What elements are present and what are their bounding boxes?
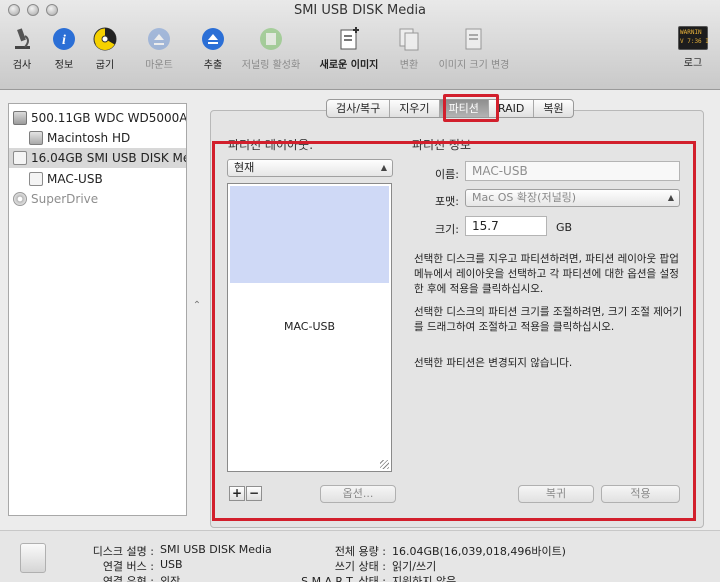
sidebar-item-usb-disk[interactable]: 16.04GB SMI USB DISK Med xyxy=(9,148,186,168)
log-button[interactable]: WARNIN V 7:36 I 로그 xyxy=(658,24,720,69)
burn-icon xyxy=(92,26,118,52)
capacity-label: 전체 용량 : xyxy=(334,545,386,558)
resize-image-button[interactable]: 이미지 크기 변경 xyxy=(426,24,522,71)
smart-status-label: S.M.A.R.T. 상태 : xyxy=(301,575,386,582)
capacity-value: 16.04GB(16,039,018,496바이트) xyxy=(392,545,566,558)
volume-icon xyxy=(29,131,43,145)
smart-status-value: 지원하지 않음 xyxy=(392,575,457,582)
window-title: SMI USB DISK Media xyxy=(293,3,427,18)
log-icon: WARNIN V 7:36 I xyxy=(678,26,709,50)
write-status-label: 쓰기 상태 : xyxy=(334,560,386,573)
hard-disk-icon xyxy=(13,111,27,125)
splitter-handle[interactable]: ⌃ xyxy=(192,300,202,316)
toolbar: 검사 i 정보 굽기 마운트 추출 저널링 활성화 새로운 이미지 변환 이미지… xyxy=(0,24,720,72)
disk-description-label: 디스크 설명 : xyxy=(92,545,154,558)
convert-icon xyxy=(396,26,422,52)
sidebar-item-mac-usb[interactable]: MAC-USB xyxy=(9,169,186,189)
sidebar-item-superdrive[interactable]: SuperDrive xyxy=(9,189,186,209)
connection-bus-value: USB xyxy=(160,558,183,571)
new-image-icon xyxy=(336,26,362,52)
tab-highlight-annotation xyxy=(443,94,499,122)
resize-image-icon xyxy=(461,26,487,52)
sidebar-item-internal-disk[interactable]: 500.11GB WDC WD5000AA xyxy=(9,108,186,128)
connection-type-value: 외장 xyxy=(160,575,181,582)
tab-erase[interactable]: 지우기 xyxy=(390,100,440,117)
connection-type-label: 연결 유형 : xyxy=(102,575,154,582)
usb-disk-icon xyxy=(13,151,27,165)
title-bar: SMI USB DISK Media 검사 i 정보 굽기 마운트 추출 저널링… xyxy=(0,0,720,90)
connection-bus-label: 연결 버스 : xyxy=(102,560,154,573)
tab-first-aid[interactable]: 검사/복구 xyxy=(327,100,391,117)
eject-icon xyxy=(200,26,226,52)
disk-sidebar: 500.11GB WDC WD5000AA Macintosh HD 16.04… xyxy=(8,103,187,516)
usb-disk-icon xyxy=(20,543,46,573)
sidebar-item-macintosh-hd[interactable]: Macintosh HD xyxy=(9,128,186,148)
tab-restore[interactable]: 복원 xyxy=(534,100,572,117)
journal-icon xyxy=(258,26,284,52)
region-highlight-annotation xyxy=(212,141,696,521)
enable-journaling-button[interactable]: 저널링 활성화 xyxy=(236,24,306,71)
optical-drive-icon xyxy=(13,192,27,206)
volume-icon xyxy=(29,172,43,186)
svg-text:i: i xyxy=(62,33,66,48)
mount-icon xyxy=(146,26,172,52)
write-status-value: 읽기/쓰기 xyxy=(392,560,437,573)
